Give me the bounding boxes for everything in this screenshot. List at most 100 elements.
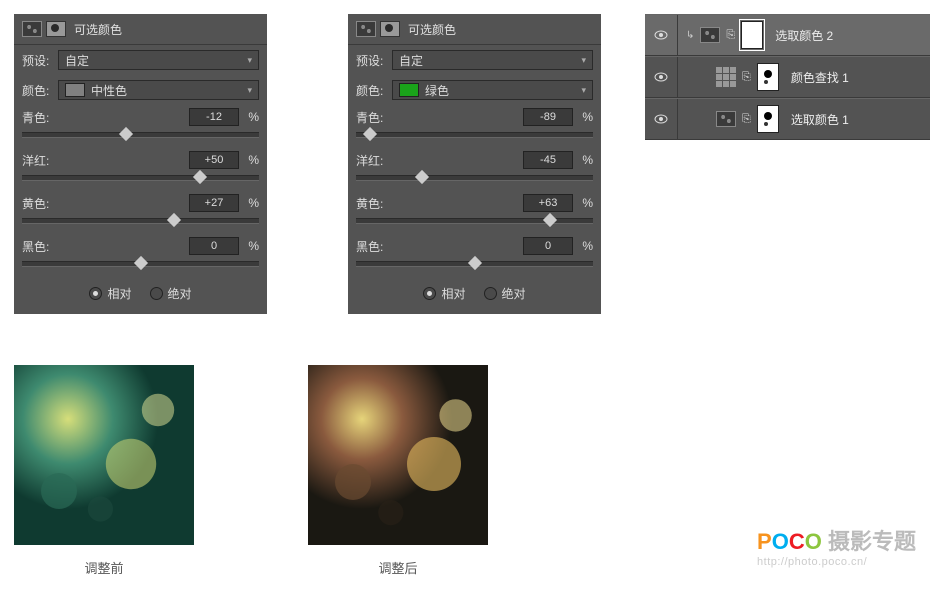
mask-thumbnail[interactable] [757,63,779,91]
radio-icon [423,287,436,300]
radio-icon [484,287,497,300]
preset-select[interactable]: 自定▾ [58,50,259,70]
preset-select[interactable]: 自定▾ [392,50,593,70]
percent-label: % [577,196,593,210]
radio-icon [89,287,102,300]
layer-name[interactable]: 选取颜色 1 [791,111,849,128]
slider-value-input[interactable]: +27 [189,194,239,212]
slider-value-input[interactable]: 0 [189,237,239,255]
percent-label: % [243,239,259,253]
color-select[interactable]: 绿色▾ [392,80,593,100]
preview-after-image [308,365,488,545]
percent-label: % [243,110,259,124]
colors-label: 颜色: [22,82,58,99]
slider-label: 黑色: [356,238,383,255]
slider-label: 黑色: [22,238,49,255]
preview-before: 调整前 [14,365,194,577]
radio-icon [150,287,163,300]
radio-label: 绝对 [502,285,526,302]
color-select[interactable]: 中性色▾ [58,80,259,100]
color-swatch [65,83,85,97]
preview-after-caption: 调整后 [308,558,488,577]
visibility-toggle[interactable] [645,15,678,55]
radio-label: 相对 [107,285,131,302]
colors-label: 颜色: [356,82,392,99]
preview-before-caption: 调整前 [14,558,194,577]
chevron-down-icon: ▾ [581,85,586,96]
adjustment-icon [716,111,736,127]
percent-label: % [243,196,259,210]
selective-color-panel: 可选颜色 预设:自定▾ 颜色:中性色▾ 青色: -12% 洋红: +50% 黄色: +27… [14,14,267,314]
layer-name[interactable]: 颜色查找 1 [791,69,849,86]
percent-label: % [577,153,593,167]
mask-icon [380,21,400,37]
link-icon: ⎘ [742,71,751,84]
link-icon: ⎘ [742,113,751,126]
slider-track[interactable] [22,132,259,138]
watermark: POCO 摄影专题 http://photo.poco.cn/ [757,524,916,568]
preview-after: 调整后 [308,365,488,577]
preset-label: 预设: [356,52,392,69]
slider-value-input[interactable]: -45 [523,151,573,169]
preset-label: 预设: [22,52,58,69]
color-lookup-icon [716,67,736,87]
method-radio[interactable]: 相对 [89,285,131,302]
slider-track[interactable] [356,132,593,138]
slider-track[interactable] [356,175,593,181]
adjustment-icon [22,21,42,37]
method-radio[interactable]: 绝对 [150,285,192,302]
adjustment-icon [356,21,376,37]
method-radio[interactable]: 相对 [423,285,465,302]
chevron-down-icon: ▾ [247,55,252,66]
visibility-toggle[interactable] [645,57,678,97]
slider-value-input[interactable]: +63 [523,194,573,212]
layer-row[interactable]: ⎘ 颜色查找 1 [645,56,930,98]
slider-label: 黄色: [356,195,383,212]
chevron-down-icon: ▾ [581,55,586,66]
slider-knob[interactable] [467,256,481,270]
slider-value-input[interactable]: -12 [189,108,239,126]
layers-panel: ↳ ⎘ 选取颜色 2 ⎘ 颜色查找 1 ⎘ 选取颜色 1 [645,14,930,140]
selective-color-panel: 可选颜色 预设:自定▾ 颜色:绿色▾ 青色: -89% 洋红: -45% 黄色: +63%… [348,14,601,314]
chevron-down-icon: ▾ [247,85,252,96]
slider-value-input[interactable]: 0 [523,237,573,255]
slider-track[interactable] [356,218,593,224]
mask-thumbnail[interactable] [741,21,763,49]
slider-track[interactable] [22,261,259,267]
slider-knob[interactable] [133,256,147,270]
layer-row[interactable]: ↳ ⎘ 选取颜色 2 [645,14,930,56]
clip-icon: ↳ [686,30,694,41]
slider-track[interactable] [356,261,593,267]
method-radio[interactable]: 绝对 [484,285,526,302]
percent-label: % [577,110,593,124]
link-icon: ⎘ [726,29,735,42]
slider-knob[interactable] [543,213,557,227]
color-swatch [399,83,419,97]
layer-name[interactable]: 选取颜色 2 [775,27,833,44]
slider-knob[interactable] [363,127,377,141]
percent-label: % [243,153,259,167]
slider-knob[interactable] [119,127,133,141]
visibility-toggle[interactable] [645,99,678,139]
radio-label: 相对 [441,285,465,302]
panel-title: 可选颜色 [74,21,122,38]
slider-label: 青色: [22,109,49,126]
slider-label: 洋红: [356,152,383,169]
slider-label: 洋红: [22,152,49,169]
slider-knob[interactable] [167,213,181,227]
slider-track[interactable] [22,218,259,224]
layer-row[interactable]: ⎘ 选取颜色 1 [645,98,930,140]
panel-title: 可选颜色 [408,21,456,38]
slider-label: 青色: [356,109,383,126]
slider-label: 黄色: [22,195,49,212]
slider-track[interactable] [22,175,259,181]
adjustment-icon [700,27,720,43]
preview-before-image [14,365,194,545]
slider-value-input[interactable]: +50 [189,151,239,169]
mask-icon [46,21,66,37]
slider-knob[interactable] [193,170,207,184]
mask-thumbnail[interactable] [757,105,779,133]
slider-value-input[interactable]: -89 [523,108,573,126]
radio-label: 绝对 [168,285,192,302]
slider-knob[interactable] [415,170,429,184]
